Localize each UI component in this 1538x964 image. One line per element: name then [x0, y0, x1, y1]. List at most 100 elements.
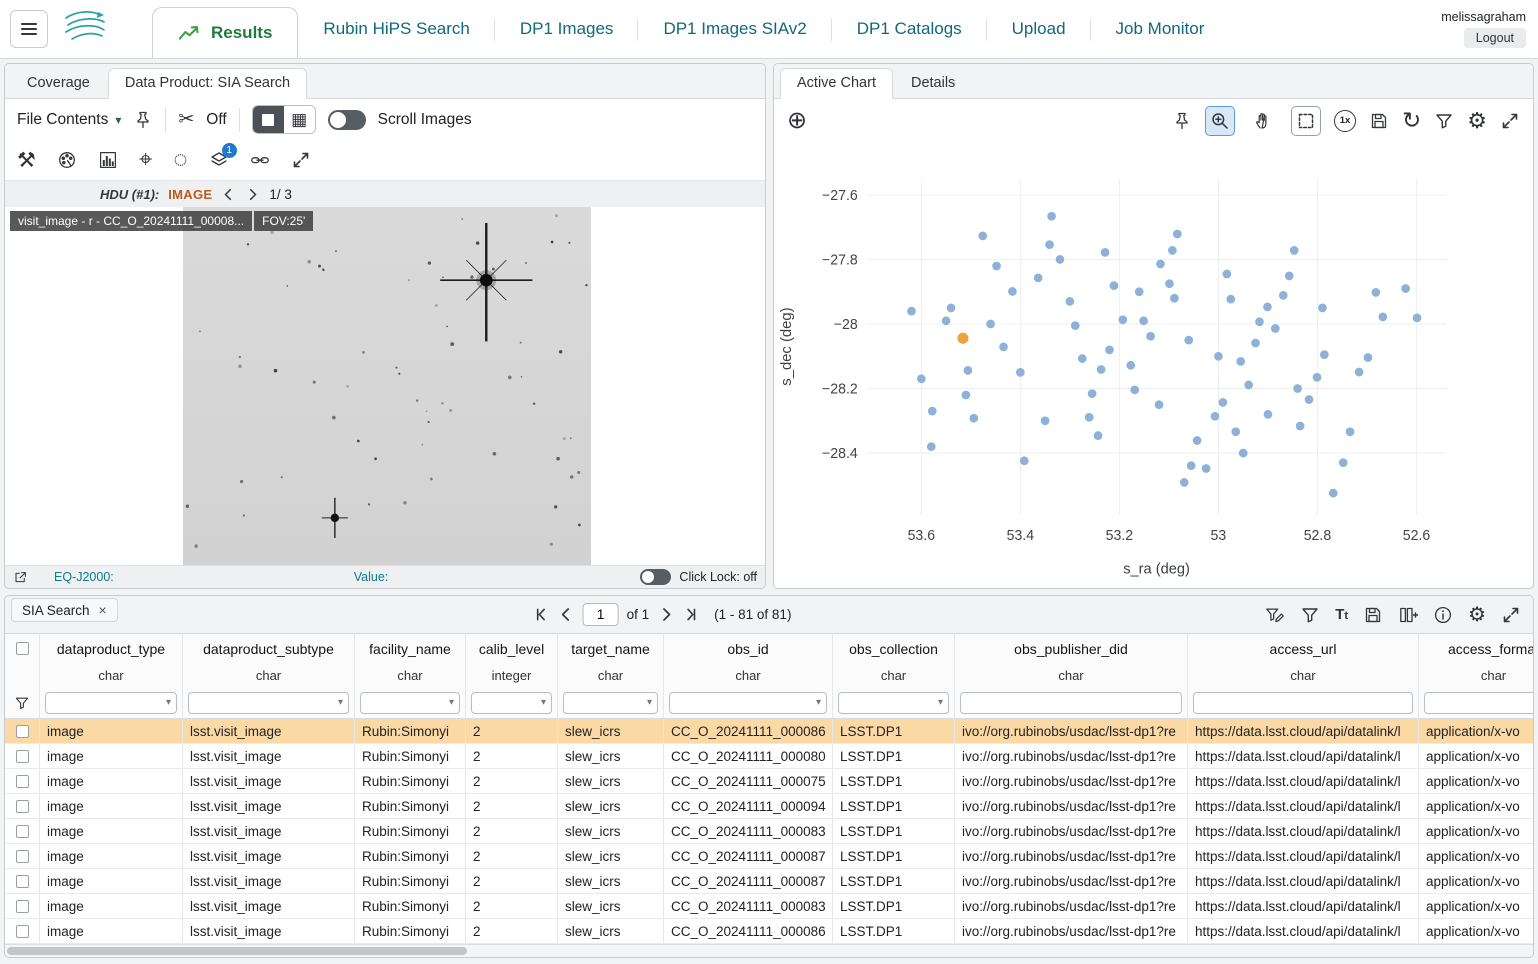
tab-details[interactable]: Details	[895, 69, 971, 98]
column-header-calib_level[interactable]: calib_level	[466, 634, 558, 663]
filter-chart-icon[interactable]	[1434, 111, 1454, 131]
scatter-point[interactable]	[928, 407, 937, 416]
image-tools-icon[interactable]: ⚒	[17, 150, 36, 171]
scatter-point[interactable]	[964, 366, 973, 375]
add-chart-icon[interactable]: ⊕	[787, 109, 807, 133]
scatter-point[interactable]	[970, 414, 979, 423]
scatter-point[interactable]	[1226, 295, 1235, 304]
scatter-point[interactable]	[1071, 321, 1080, 330]
filter-edit-icon[interactable]	[1265, 605, 1285, 625]
sia-search-tab[interactable]: SIA Search ×	[11, 598, 118, 622]
astronomy-image[interactable]	[183, 207, 591, 565]
scatter-point[interactable]	[992, 262, 1001, 271]
scatter-point[interactable]	[1236, 357, 1245, 366]
tab-results[interactable]: Results	[152, 7, 298, 58]
tab-dp1-images-siav2[interactable]: DP1 Images SIAv2	[638, 0, 831, 58]
scatter-point[interactable]	[999, 342, 1008, 351]
scatter-point[interactable]	[1056, 255, 1065, 264]
scatter-point[interactable]	[1329, 489, 1338, 498]
filter-select-target_name[interactable]: ▾	[563, 692, 658, 714]
table-row[interactable]: imagelsst.visit_imageRubin:Simonyi2slew_…	[5, 769, 1533, 794]
scatter-point[interactable]	[927, 442, 936, 451]
scatter-point[interactable]	[1318, 304, 1327, 313]
expand-table-icon[interactable]	[1501, 605, 1521, 625]
table-row[interactable]: imagelsst.visit_imageRubin:Simonyi2slew_…	[5, 794, 1533, 819]
first-page-button[interactable]	[533, 606, 550, 623]
single-image-view-button[interactable]	[253, 106, 284, 133]
scatter-point[interactable]	[942, 316, 951, 325]
select-region-icon[interactable]: ◌	[173, 148, 187, 172]
filter-select-facility_name[interactable]: ▾	[360, 692, 460, 714]
table-row[interactable]: imagelsst.visit_imageRubin:Simonyi2slew_…	[5, 894, 1533, 919]
layers-icon[interactable]: 1	[209, 150, 229, 170]
scatter-point[interactable]	[1020, 456, 1029, 465]
table-row[interactable]: imagelsst.visit_imageRubin:Simonyi2slew_…	[5, 819, 1533, 844]
scatter-point[interactable]	[1016, 368, 1025, 377]
scatter-point[interactable]	[1305, 395, 1314, 404]
fits-image-viewer[interactable]: visit_image - r - CC_O_20241111_00008...…	[5, 207, 765, 565]
scatter-point[interactable]	[1184, 336, 1193, 345]
stretch-histogram-icon[interactable]	[98, 150, 118, 170]
popout-image-icon[interactable]	[13, 570, 28, 585]
scatter-point[interactable]	[1135, 287, 1144, 296]
scatter-point[interactable]	[1413, 313, 1422, 322]
row-checkbox[interactable]	[16, 900, 29, 913]
expand-viewer-icon[interactable]	[291, 150, 311, 170]
scatter-point[interactable]	[1211, 412, 1220, 421]
row-checkbox[interactable]	[16, 850, 29, 863]
filter-input-obs_publisher_did[interactable]	[960, 692, 1182, 714]
select-all-checkbox[interactable]	[16, 642, 29, 655]
file-contents-dropdown[interactable]: File Contents ▾	[17, 111, 121, 129]
scatter-point[interactable]	[1255, 317, 1264, 326]
scatter-point[interactable]	[1320, 350, 1329, 359]
column-header-obs_collection[interactable]: obs_collection	[833, 634, 955, 663]
scatter-point[interactable]	[1296, 422, 1305, 431]
scatter-point[interactable]	[1139, 316, 1148, 325]
scatter-point[interactable]	[1378, 313, 1387, 322]
text-view-icon[interactable]: Tt	[1335, 606, 1348, 623]
prev-page-button[interactable]	[558, 606, 575, 623]
scatter-point[interactable]	[957, 333, 968, 344]
scatter-point[interactable]	[1110, 281, 1119, 290]
close-icon[interactable]: ×	[99, 602, 107, 618]
scatter-point[interactable]	[1218, 398, 1227, 407]
tab-rubin-hips-search[interactable]: Rubin HiPS Search	[298, 0, 494, 58]
tab-upload[interactable]: Upload	[987, 0, 1091, 58]
scatter-point[interactable]	[1239, 449, 1248, 458]
row-checkbox[interactable]	[16, 800, 29, 813]
scatter-point[interactable]	[1170, 294, 1179, 303]
menu-button[interactable]	[10, 10, 48, 48]
scatter-point[interactable]	[947, 304, 956, 313]
restore-chart-icon[interactable]: ↻	[1402, 109, 1421, 132]
scatter-point[interactable]	[1244, 381, 1253, 390]
tab-coverage[interactable]: Coverage	[11, 69, 106, 98]
scatter-point[interactable]	[986, 320, 995, 329]
scatter-point[interactable]	[1214, 352, 1223, 361]
scatter-point[interactable]	[1097, 365, 1106, 374]
tab-dp1-catalogs[interactable]: DP1 Catalogs	[832, 0, 987, 58]
table-row[interactable]: imagelsst.visit_imageRubin:Simonyi2slew_…	[5, 844, 1533, 869]
row-checkbox[interactable]	[16, 875, 29, 888]
scatter-point[interactable]	[1271, 324, 1280, 333]
scatter-point[interactable]	[1173, 230, 1182, 239]
wcs-link-icon[interactable]	[250, 150, 270, 170]
scatter-point[interactable]	[1168, 246, 1177, 255]
scatter-point[interactable]	[907, 307, 916, 316]
table-row[interactable]: imagelsst.visit_imageRubin:Simonyi2slew_…	[5, 919, 1533, 944]
scatter-point[interactable]	[1364, 353, 1373, 362]
crop-scissors-icon[interactable]: ✂	[178, 110, 194, 129]
filter-select-calib_level[interactable]: ▾	[471, 692, 552, 714]
filter-select-dataproduct_subtype[interactable]: ▾	[188, 692, 349, 714]
scatter-point[interactable]	[1293, 384, 1302, 393]
scatter-point[interactable]	[1065, 297, 1074, 306]
grid-view-button[interactable]: ▦	[284, 106, 315, 133]
scatter-point[interactable]	[1118, 315, 1127, 324]
table-row[interactable]: imagelsst.visit_imageRubin:Simonyi2slew_…	[5, 719, 1533, 744]
column-header-access_format[interactable]: access_format	[1419, 634, 1533, 663]
color-palette-icon[interactable]	[57, 150, 77, 170]
scatter-point[interactable]	[1202, 464, 1211, 473]
next-page-button[interactable]	[657, 606, 674, 623]
zoom-reset-button[interactable]: 1x	[1334, 110, 1356, 132]
scatter-point[interactable]	[1187, 461, 1196, 470]
scatter-point[interactable]	[1105, 345, 1114, 354]
